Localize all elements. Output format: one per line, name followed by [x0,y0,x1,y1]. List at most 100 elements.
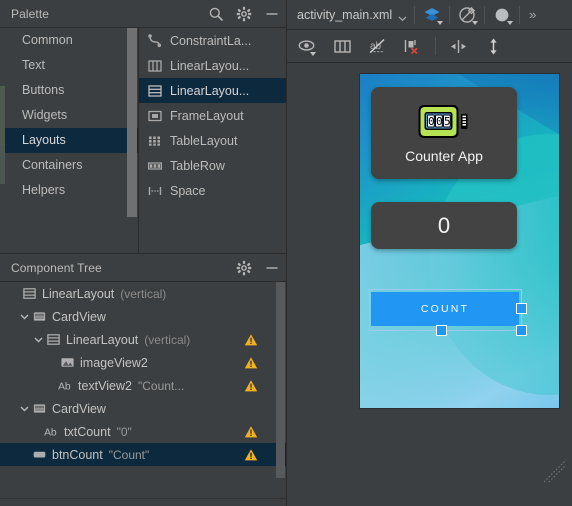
expand-vertical-icon[interactable] [483,36,504,57]
warning-icon[interactable] [244,333,258,347]
count-cardview[interactable]: 0 [371,202,517,249]
tree-row-txtcount[interactable]: Ab txtCount "0" [0,420,286,443]
theme-icon[interactable] [492,5,514,25]
palette-title: Palette [11,6,50,21]
align-horizontal-icon[interactable] [448,36,469,57]
resize-handle-right[interactable] [516,303,527,314]
linearlayout-horizontal-icon [147,58,163,74]
editor-tab-bar: activity_main.xml » [287,0,572,30]
component-tree-body[interactable]: LinearLayout (vertical) CardView LinearL… [0,282,286,506]
imageview-icon [60,355,75,370]
orientation-icon[interactable] [457,5,479,25]
warning-icon[interactable] [244,356,258,370]
tree-row-label: btnCount [52,447,103,462]
tree-row-label: textView2 [78,378,132,393]
palette-category-common[interactable]: Common [0,28,138,53]
selection-outline [369,289,527,336]
app-title-textview: Counter App [405,148,483,164]
svg-text:0: 0 [428,115,435,128]
svg-text:5: 5 [444,115,451,128]
tree-row-value: "Count" [108,447,150,462]
tree-row-cardview-1[interactable]: CardView [0,305,286,328]
palette-item-framelayout[interactable]: FrameLayout [139,103,286,128]
chevron-down-icon[interactable] [18,402,31,415]
palette-category-widgets[interactable]: Widgets [0,103,138,128]
tree-row-label: CardView [52,401,106,416]
overflow-chevrons-icon[interactable]: » [529,7,536,22]
blueprint-off-icon[interactable]: ab [367,36,388,57]
minimize-icon[interactable] [264,6,280,22]
tree-row-label: LinearLayout [66,332,139,347]
svg-text:Ab: Ab [58,381,71,392]
palette-item-space[interactable]: Space [139,178,286,203]
counter-digits-icon: 0 0 5 [417,102,471,144]
palette-category-helpers[interactable]: Helpers [0,178,138,203]
count-textview: 0 [437,212,451,238]
tree-row-textview2[interactable]: Ab textView2 "Count... [0,374,286,397]
chevron-down-icon[interactable] [398,10,407,22]
svg-text:Ab: Ab [44,427,57,438]
palette-item-label: LinearLayou... [170,83,250,98]
palette-category-buttons[interactable]: Buttons [0,78,138,103]
divider [435,37,436,55]
component-tree-title: Component Tree [11,260,102,275]
palette-item-label: Space [170,183,206,198]
textview-icon: Ab [44,424,59,439]
palette-category-containers[interactable]: Containers [0,153,138,178]
left-tool-column: Palette Common Text Buttons Widgets Layo… [0,0,286,506]
tree-row-cardview-2[interactable]: CardView [0,397,286,420]
divider [449,5,451,24]
palette-category-text[interactable]: Text [0,53,138,78]
tree-row-value: "0" [116,424,132,439]
resize-handle-bottom[interactable] [436,325,447,336]
gear-icon[interactable] [236,6,252,22]
editor-column: activity_main.xml » ab 0 0 5 Counter App… [286,0,572,506]
palette-item-tablelayout[interactable]: TableLayout [139,128,286,153]
tree-row-label: CardView [52,309,106,324]
tree-row-linearlayout-root[interactable]: LinearLayout (vertical) [0,282,286,305]
divider [414,5,416,24]
warning-icon[interactable] [244,379,258,393]
file-tab-label[interactable]: activity_main.xml [297,8,392,22]
component-tree-scrollbar[interactable] [276,282,285,478]
palette-item-tablerow[interactable]: TableRow [139,153,286,178]
minimize-icon[interactable] [264,260,280,276]
palette-category-scrollbar[interactable] [127,28,137,217]
tablelayout-icon [147,133,163,149]
tree-row-label: imageView2 [80,355,148,370]
resize-grip[interactable] [542,458,568,484]
layers-icon[interactable] [422,5,444,25]
chevron-down-icon[interactable] [32,333,45,346]
warning-icon[interactable] [244,425,258,439]
palette-item-linearlayout-vertical[interactable]: LinearLayou... [139,78,286,103]
palette-body: Common Text Buttons Widgets Layouts Cont… [0,28,286,254]
device-preview[interactable]: 0 0 5 Counter App 0 COUNT [360,74,559,408]
chevron-down-icon[interactable] [18,310,31,323]
constraintlayout-icon [147,33,163,49]
tree-row-label: txtCount [64,424,111,439]
palette-item-linearlayout-horizontal[interactable]: LinearLayou... [139,53,286,78]
warning-icon[interactable] [244,448,258,462]
eye-icon[interactable] [297,36,318,57]
linearlayout-vertical-icon [46,332,61,347]
tree-row-linearlayout-child[interactable]: LinearLayout (vertical) [0,328,286,351]
design-surface[interactable]: 0 0 5 Counter App 0 COUNT [287,63,572,506]
constraints-clear-icon[interactable] [402,36,423,57]
svg-text:0: 0 [436,115,443,128]
tree-row-imageview2[interactable]: imageView2 [0,351,286,374]
columns-icon[interactable] [332,36,353,57]
palette-item-list[interactable]: ConstraintLa... LinearLayou... LinearLay… [139,28,286,253]
cardview-icon [32,309,47,324]
search-icon[interactable] [208,6,224,22]
title-cardview[interactable]: 0 0 5 Counter App [371,87,517,179]
palette-item-label: LinearLayou... [170,58,250,73]
palette-category-layouts[interactable]: Layouts [0,128,138,153]
resize-handle-corner[interactable] [516,325,527,336]
linearlayout-vertical-icon [147,83,163,99]
palette-edge-marker [0,86,5,148]
palette-category-list[interactable]: Common Text Buttons Widgets Layouts Cont… [0,28,139,253]
gear-icon[interactable] [236,260,252,276]
tree-row-btncount[interactable]: btnCount "Count" [0,443,286,466]
palette-item-constraintlayout[interactable]: ConstraintLa... [139,28,286,53]
divider [484,5,486,24]
